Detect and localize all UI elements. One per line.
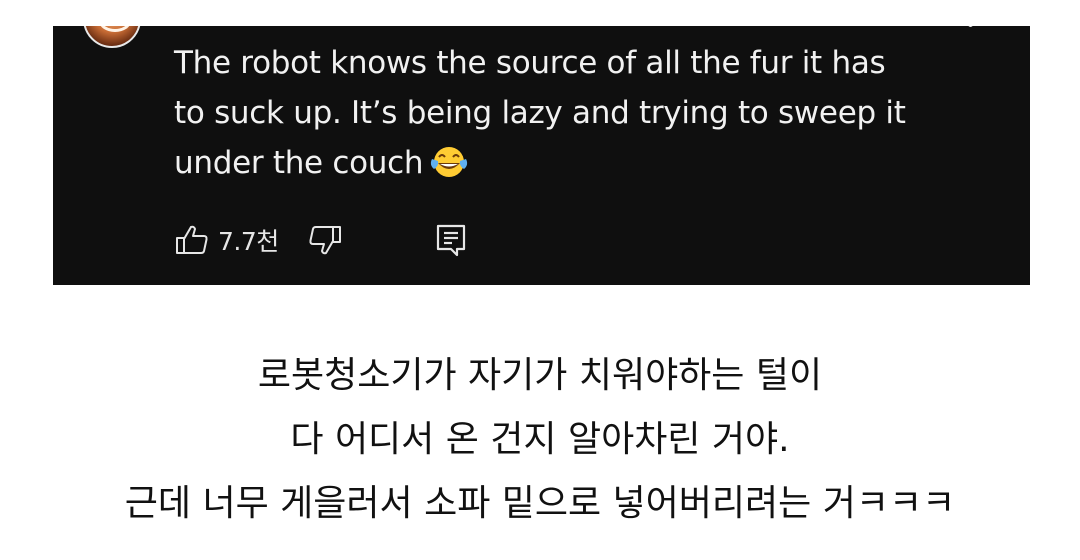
comment-line: under the couch (174, 145, 424, 181)
thumbs-down-icon[interactable] (307, 222, 343, 258)
face-with-tears-of-joy-icon (429, 145, 469, 179)
caption-line: 다 어디서 온 건지 알아차린 거야. (290, 419, 790, 460)
comment-line: The robot knows the source of all the fu… (174, 45, 886, 81)
user-avatar[interactable] (83, 26, 141, 48)
like-count: 7.7천 (218, 227, 279, 256)
comment-text: The robot knows the source of all the fu… (174, 38, 974, 188)
caption: 로봇청소기가 자기가 치워야하는 털이 다 어디서 온 건지 알아차린 거야. … (0, 344, 1080, 536)
comment-card: The robot knows the source of all the fu… (53, 26, 1030, 285)
caption-line: 근데 너무 게을러서 소파 밑으로 넣어버리려는 거ㅋㅋㅋ (124, 483, 956, 524)
thumbs-up-icon[interactable] (174, 222, 210, 258)
reply-comment-icon[interactable] (433, 222, 469, 258)
page: The robot knows the source of all the fu… (0, 0, 1080, 560)
comment-actions: 7.7천 (174, 222, 469, 258)
caption-line: 로봇청소기가 자기가 치워야하는 털이 (257, 355, 823, 396)
comment-line: to suck up. It’s being lazy and trying t… (174, 95, 906, 131)
